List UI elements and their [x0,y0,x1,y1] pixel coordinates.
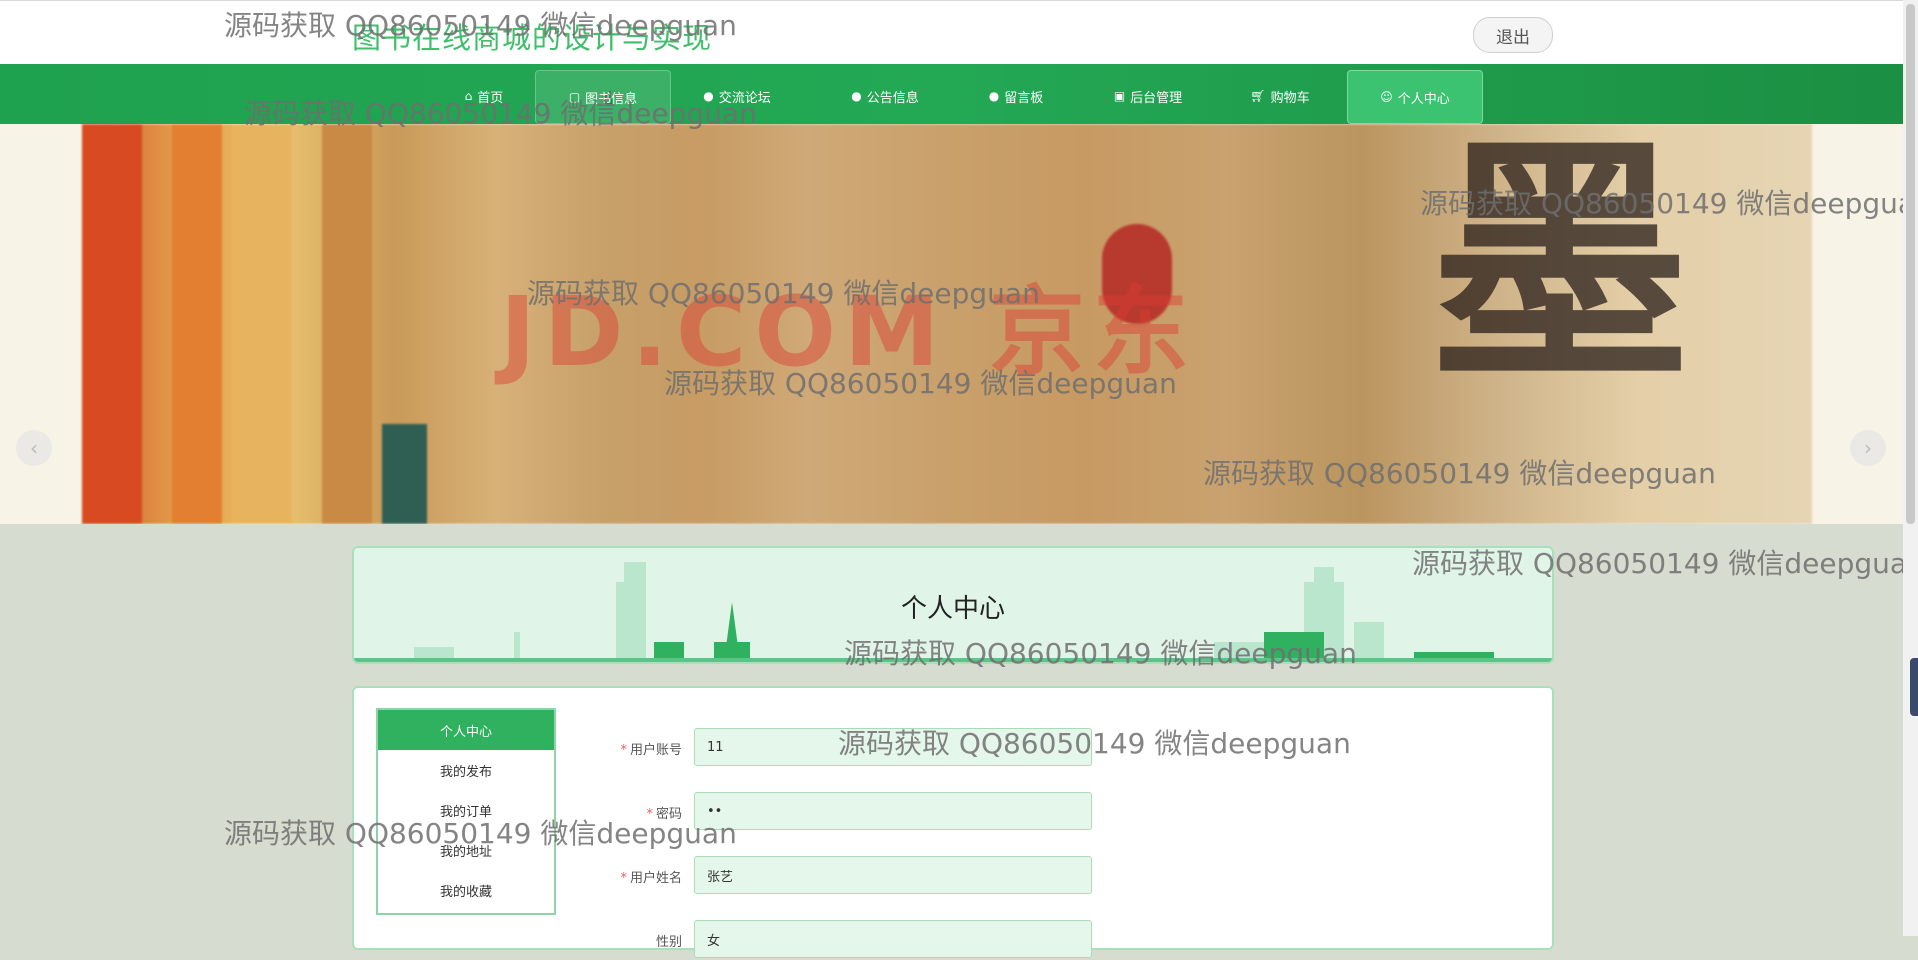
main-nav: ⌂ 首页 ▢ 图书信息 ● 交流论坛 ● 公告信息 ● 留言板 ▣ 后台管理 🛒… [0,64,1903,124]
nav-item-label: 个人中心 [1397,91,1450,107]
required-mark: * [646,807,653,822]
nav-item-profile[interactable]: ☺ 个人中心 [1347,70,1483,124]
sidemenu-item-orders[interactable]: 我的订单 [378,790,554,830]
account-input[interactable] [694,728,1092,766]
site-title: 图书在线商城的设计与实现 [352,21,713,55]
info-icon: ● [703,89,714,103]
nav-item-home[interactable]: ⌂ 首页 [434,70,534,122]
password-label: * 密码 [554,803,682,822]
carousel-next-button[interactable]: › [1850,430,1886,466]
carousel-prev-button[interactable]: ‹ [16,430,52,466]
password-input[interactable] [694,792,1092,830]
field-label: 用户姓名 [629,871,682,886]
book-spine [82,124,142,524]
book-icon: ▢ [568,90,581,104]
book-spine [382,424,427,524]
nav-item-messages[interactable]: ● 留言板 [966,70,1066,122]
sidemenu-item-posts[interactable]: 我的发布 [378,750,554,790]
book-spine [322,124,372,524]
account-label: * 用户账号 [554,739,682,758]
nav-item-label: 购物车 [1270,90,1310,106]
sidemenu-item-favorites[interactable]: 我的收藏 [378,870,554,910]
user-icon: ☺ [1380,90,1393,104]
book-spine [172,124,222,524]
page-scrollbar[interactable] [1903,0,1918,936]
form-row-gender: 性别 [554,920,1092,960]
nav-item-cart[interactable]: 🛒︎ 购物车 [1228,70,1332,122]
required-mark: * [620,871,627,886]
nav-item-label: 公告信息 [866,90,919,106]
sidemenu-item-address[interactable]: 我的地址 [378,830,554,870]
banner-calligraphy: 墨 [1430,124,1690,416]
logout-button[interactable]: 退出 [1473,17,1553,53]
name-label: * 用户姓名 [554,867,682,886]
gender-label: 性别 [554,931,682,950]
field-label: 性别 [655,935,682,950]
floating-side-widget[interactable] [1910,658,1918,716]
banner-carousel: JD.COM 京东 墨 ‹ › [0,124,1903,524]
form-row-name: * 用户姓名 [554,856,1092,896]
nav-item-label: 首页 [477,90,504,106]
info-icon: ● [988,89,1000,103]
section-divider [354,658,1552,662]
nav-item-label: 留言板 [1004,90,1044,106]
name-input[interactable] [694,856,1092,894]
required-mark: * [620,743,627,758]
help-icon: ● [851,89,862,103]
profile-sidemenu: 个人中心 我的发布 我的订单 我的地址 我的收藏 [376,708,556,915]
nav-item-label: 交流论坛 [718,90,771,106]
admin-icon: ▣ [1113,89,1126,103]
nav-item-forum[interactable]: ● 交流论坛 [670,70,804,122]
nav-item-admin[interactable]: ▣ 后台管理 [1096,70,1200,122]
form-row-password: * 密码 [554,792,1092,832]
hand-cursor-icon: ☝ [602,88,613,109]
section-header: 个人中心 [352,546,1554,664]
cart-icon: 🛒︎ [1250,89,1266,103]
nav-item-notices[interactable]: ● 公告信息 [818,70,952,122]
section-title: 个人中心 [900,594,1005,624]
top-header: 图书在线商城的设计与实现 退出 [0,0,1903,65]
book-spine [232,124,292,524]
field-label: 密码 [655,807,682,822]
banner-caption: JD.COM 京东 [500,276,1197,388]
profile-panel: 个人中心 我的发布 我的订单 我的地址 我的收藏 *用户账号 *密码 *用户姓名… [352,686,1554,958]
sidemenu-item-profile[interactable]: 个人中心 [378,710,554,750]
scrollbar-thumb[interactable] [1906,4,1915,524]
nav-item-label: 后台管理 [1130,90,1183,106]
home-icon: ⌂ [464,89,473,103]
form-row-account: * 用户账号 [554,728,1092,768]
field-label: 用户账号 [629,743,682,758]
gender-select[interactable] [694,920,1092,958]
